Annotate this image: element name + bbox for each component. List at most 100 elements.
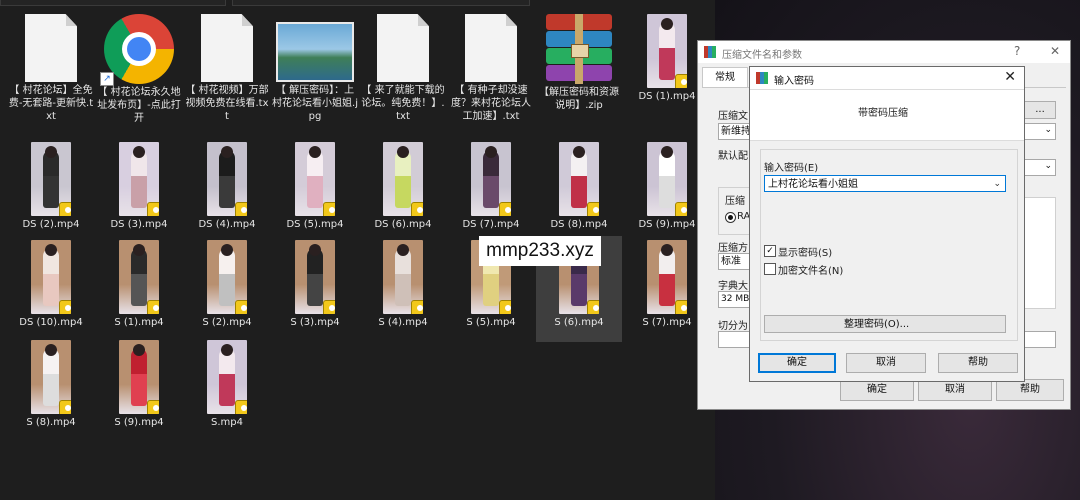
password-label: 输入密码(E) <box>764 163 819 174</box>
dialog-titlebar[interactable]: 压缩文件名和参数 ? ✕ <box>698 41 1070 63</box>
ok-button[interactable]: 确定 <box>758 353 836 373</box>
file-item[interactable]: DS (6).mp4 <box>360 142 446 231</box>
video-file-badge-icon <box>59 400 71 414</box>
ok-button[interactable]: 确定 <box>840 379 914 401</box>
file-item[interactable]: 【 村花论坛】全免费-无套路-更新快.txt <box>8 14 94 123</box>
password-dialog: 输入密码 ✕ 带密码压缩 输入密码(E) 上村花论坛看小姐姐 ⌄ ✓ 显示密码(… <box>749 66 1025 382</box>
file-item[interactable]: DS (4).mp4 <box>184 142 270 231</box>
close-icon[interactable]: ✕ <box>1004 69 1016 85</box>
search-bar[interactable] <box>232 0 530 6</box>
password-dialog-title: 输入密码 <box>774 76 814 87</box>
split-input[interactable] <box>718 331 752 348</box>
profile-dropdown[interactable]: ⌄ <box>1024 159 1056 176</box>
video-thumbnail <box>647 142 687 216</box>
file-item[interactable]: S.mp4 <box>184 340 270 429</box>
file-item[interactable]: 【 村花视频】万部视频免费在线看.txt <box>184 14 270 123</box>
file-name: S (9).mp4 <box>114 417 164 428</box>
file-item[interactable]: DS (3).mp4 <box>96 142 182 231</box>
video-thumbnail <box>383 142 423 216</box>
file-name: 【 解压密码】：上村花论坛看小姐姐.jpg <box>272 85 358 122</box>
cancel-button[interactable]: 取消 <box>918 379 992 401</box>
file-item[interactable]: DS (5).mp4 <box>272 142 358 231</box>
file-name: S (4).mp4 <box>378 317 428 328</box>
file-name: S (3).mp4 <box>290 317 340 328</box>
show-password-checkbox[interactable]: ✓ <box>764 245 776 257</box>
video-thumbnail <box>207 240 247 314</box>
file-item[interactable]: DS (2).mp4 <box>8 142 94 231</box>
watermark-text: mmp233.xyz <box>479 236 601 266</box>
video-file-badge-icon <box>411 300 423 314</box>
cancel-button[interactable]: 取消 <box>846 353 926 373</box>
file-name: DS (10).mp4 <box>19 317 83 328</box>
password-input[interactable]: 上村花论坛看小姐姐 ⌄ <box>764 175 1006 192</box>
text-file-icon <box>201 14 253 82</box>
text-file-icon <box>25 14 77 82</box>
help-button[interactable]: 帮助 <box>938 353 1018 373</box>
video-file-badge-icon <box>235 400 247 414</box>
file-item[interactable]: ↗ 【 村花论坛永久地址发布页】-点此打开 <box>96 14 182 125</box>
video-file-badge-icon <box>147 202 159 216</box>
video-file-badge-icon <box>323 202 335 216</box>
video-file-badge-icon <box>499 300 511 314</box>
tab-general[interactable]: 常规 <box>702 67 748 88</box>
encrypt-filenames-checkbox[interactable] <box>764 263 776 275</box>
close-icon[interactable]: ✕ <box>1050 44 1060 58</box>
video-file-badge-icon <box>147 400 159 414</box>
dictionary-label: 字典大 <box>718 281 748 292</box>
video-file-badge-icon <box>675 74 687 88</box>
file-item[interactable]: 【 有种子却没速度？来村花论坛人工加速】.txt <box>448 14 534 123</box>
file-name: DS (7).mp4 <box>462 219 520 230</box>
archive-name-label: 压缩文 <box>718 111 748 122</box>
video-file-badge-icon <box>587 202 599 216</box>
video-thumbnail <box>31 340 71 414</box>
video-file-badge-icon <box>499 202 511 216</box>
format-label: 压缩 <box>725 196 745 207</box>
text-file-icon <box>377 14 429 82</box>
file-item[interactable]: DS (7).mp4 <box>448 142 534 231</box>
file-name: S (6).mp4 <box>554 317 604 328</box>
file-item[interactable]: DS (8).mp4 <box>536 142 622 231</box>
video-thumbnail <box>207 340 247 414</box>
file-name: S (8).mp4 <box>26 417 76 428</box>
address-bar[interactable] <box>0 0 226 6</box>
file-item[interactable]: S (1).mp4 <box>96 240 182 329</box>
organize-passwords-button[interactable]: 整理密码(O)... <box>764 315 1006 333</box>
video-thumbnail <box>31 142 71 216</box>
video-file-badge-icon <box>235 202 247 216</box>
file-name: 【 村花视频】万部视频免费在线看.txt <box>185 85 269 122</box>
shortcut-arrow-icon: ↗ <box>100 72 114 86</box>
file-item[interactable]: S (9).mp4 <box>96 340 182 429</box>
file-item[interactable]: 【 解压密码】：上村花论坛看小姐姐.jpg <box>272 14 358 123</box>
file-name: S (2).mp4 <box>202 317 252 328</box>
video-thumbnail <box>471 142 511 216</box>
text-file-icon <box>465 14 517 82</box>
video-thumbnail <box>119 340 159 414</box>
file-item[interactable]: S (3).mp4 <box>272 240 358 329</box>
dialog-title: 压缩文件名和参数 <box>722 50 802 61</box>
header-area: 带密码压缩 <box>750 90 1024 141</box>
file-item[interactable]: DS (10).mp4 <box>8 240 94 329</box>
browse-button[interactable]: ... <box>1024 101 1056 119</box>
file-item[interactable]: 【解压密码和资源说明】.zip <box>536 14 622 112</box>
split-dropdown[interactable] <box>1024 331 1056 348</box>
chevron-down-icon[interactable]: ⌄ <box>993 176 1001 193</box>
video-thumbnail <box>295 240 335 314</box>
help-button[interactable]: 帮助 <box>996 379 1064 401</box>
format-radio[interactable] <box>725 212 736 223</box>
help-icon[interactable]: ? <box>1014 44 1020 58</box>
video-file-badge-icon <box>323 300 335 314</box>
default-profile-label: 默认配 <box>718 151 748 162</box>
file-item[interactable]: S (4).mp4 <box>360 240 446 329</box>
file-name: 【 村花论坛】全免费-无套路-更新快.txt <box>8 85 94 122</box>
video-thumbnail <box>647 240 687 314</box>
archive-name-dropdown[interactable]: ⌄ <box>1024 123 1056 140</box>
password-dialog-titlebar[interactable]: 输入密码 ✕ <box>750 67 1024 90</box>
file-item[interactable]: S (8).mp4 <box>8 340 94 429</box>
file-item[interactable]: 【 来了就能下载的论坛。纯免费！】.txt <box>360 14 446 123</box>
video-file-badge-icon <box>675 300 687 314</box>
winrar-archive-icon <box>542 14 616 84</box>
file-name: 【 来了就能下载的论坛。纯免费！】.txt <box>361 85 445 122</box>
video-thumbnail <box>383 240 423 314</box>
show-password-label: 显示密码(S) <box>778 248 833 259</box>
file-item[interactable]: S (2).mp4 <box>184 240 270 329</box>
